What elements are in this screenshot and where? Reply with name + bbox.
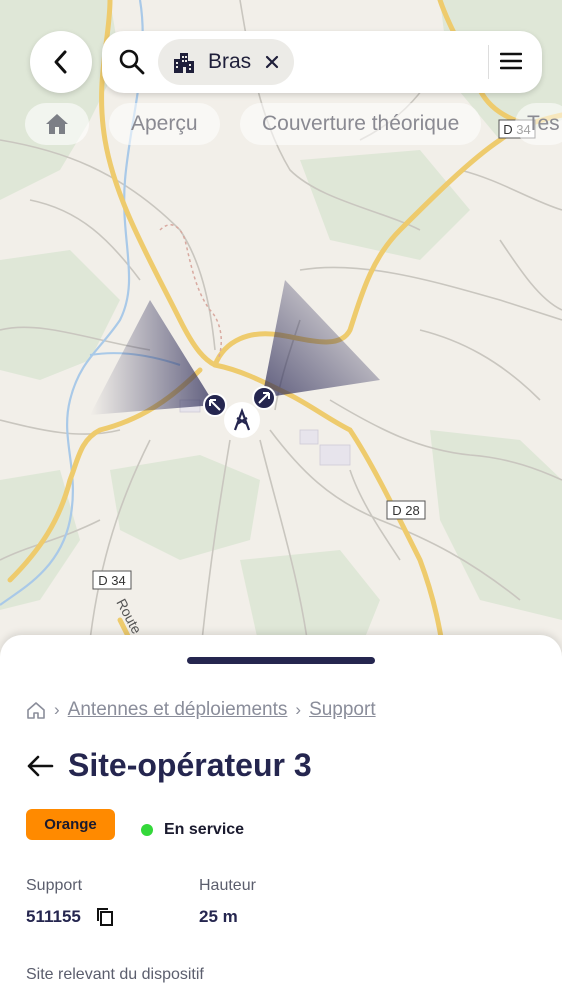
- divider: [488, 45, 489, 79]
- antenna-marker-east[interactable]: [252, 386, 276, 410]
- status-indicator: En service: [141, 821, 244, 839]
- search-icon: [119, 49, 145, 75]
- search-chip[interactable]: Bras: [158, 39, 294, 85]
- breadcrumb: › Antennes et déploiements › Support: [26, 699, 376, 721]
- status-dot: [141, 824, 153, 836]
- bottom-sheet: › Antennes et déploiements › Support Sit…: [0, 635, 562, 999]
- svg-text:D 34: D 34: [98, 573, 125, 588]
- page-title: Site-opérateur 3: [68, 747, 312, 783]
- support-value: 511155: [26, 907, 81, 926]
- map-tabs: Aperçu Couverture théorique Tes: [25, 103, 562, 147]
- chevron-right-icon: ›: [295, 700, 302, 719]
- operator-badge: Orange: [26, 809, 115, 840]
- height-value: 25 m: [199, 907, 238, 926]
- arrow-left-icon[interactable]: [26, 754, 54, 778]
- tab-couverture-theorique[interactable]: Couverture théorique: [240, 103, 482, 145]
- search-bar[interactable]: Bras: [102, 31, 542, 93]
- map-back-button[interactable]: [30, 31, 92, 93]
- breadcrumb-link-support[interactable]: Support: [309, 699, 376, 721]
- tab-home[interactable]: [25, 103, 89, 145]
- chevron-right-icon: ›: [54, 700, 60, 719]
- status-text: En service: [164, 821, 245, 838]
- tab-apercu[interactable]: Aperçu: [109, 103, 220, 145]
- city-icon: [172, 49, 198, 75]
- road-label-d28: D 28: [386, 500, 426, 520]
- svg-text:D 28: D 28: [392, 503, 419, 518]
- home-icon[interactable]: [26, 701, 46, 720]
- menu-icon[interactable]: [500, 51, 522, 71]
- relevant-site-label: Site relevant du dispositif: [26, 966, 204, 983]
- support-label: Support: [26, 877, 83, 894]
- home-icon: [46, 114, 68, 134]
- height-label: Hauteur: [199, 877, 256, 894]
- close-icon[interactable]: [265, 55, 279, 69]
- chevron-left-icon: [54, 50, 67, 74]
- map[interactable]: D 34 D 28 D 34 Route: [0, 0, 562, 660]
- breadcrumb-link-antennes[interactable]: Antennes et déploiements: [68, 699, 288, 721]
- top-bar: Bras: [30, 31, 542, 93]
- antenna-marker-west[interactable]: [203, 393, 227, 417]
- title-row: Site-opérateur 3: [26, 747, 312, 784]
- site-tower-marker[interactable]: [224, 402, 260, 438]
- search-chip-label: Bras: [208, 50, 252, 73]
- sheet-drag-handle[interactable]: [187, 657, 375, 664]
- tab-tests[interactable]: Tes: [515, 103, 562, 145]
- road-label-d34-bottom: D 34: [92, 570, 132, 590]
- copy-icon[interactable]: [96, 907, 114, 927]
